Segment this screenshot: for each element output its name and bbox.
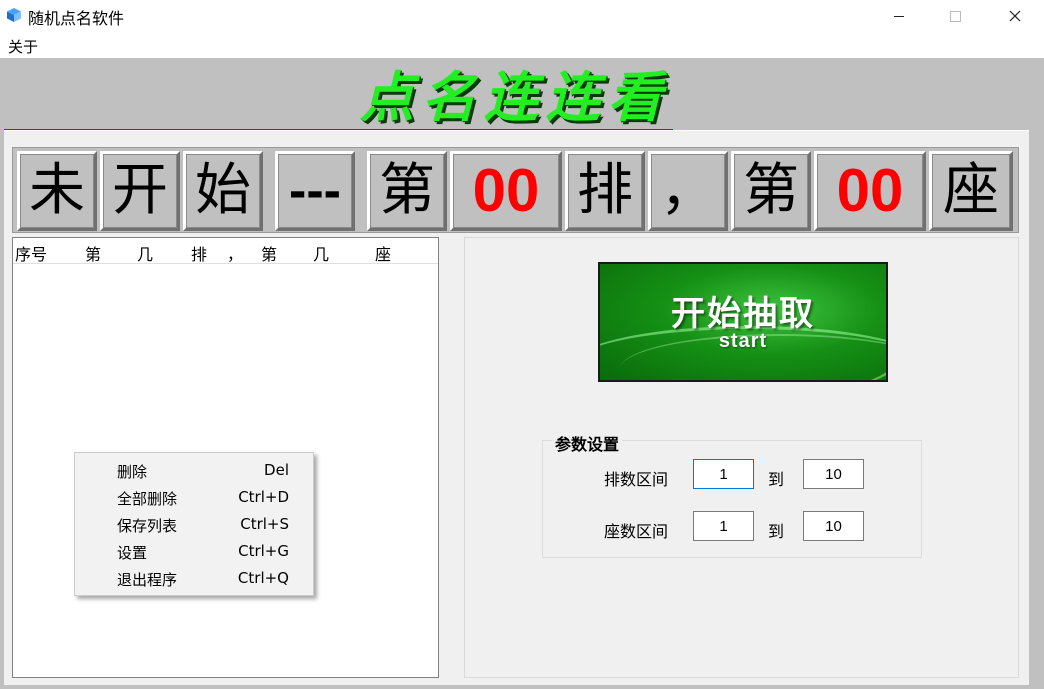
to-label: 到 — [768, 522, 785, 541]
menu-item-label: 全部删除 — [117, 490, 178, 508]
maximize-icon — [949, 10, 961, 22]
display-cell: 第 — [731, 151, 811, 231]
menu-item-delete[interactable]: 删除 Del — [75, 457, 313, 483]
display-text: 第 — [743, 158, 799, 223]
menu-about[interactable]: 关于 — [8, 36, 38, 57]
content-panel: 未 开 始 --- 第 00 排 ， 第 00 座 序号 第 几 排 ， 第 几… — [4, 130, 1029, 685]
list-header-col: 排 — [191, 245, 208, 264]
row-number-cell: 00 — [450, 151, 562, 231]
result-list[interactable]: 序号 第 几 排 ， 第 几 座 删除 Del 全部删除 Ctrl+D 保存列表… — [12, 237, 439, 678]
minimize-button[interactable] — [876, 0, 922, 32]
minimize-icon — [894, 15, 904, 17]
close-icon — [1009, 10, 1021, 22]
list-header: 序号 第 几 排 ， 第 几 座 — [13, 238, 438, 264]
banner-title: 点名连连看 — [360, 65, 670, 129]
menu-item-shortcut: Ctrl+G — [238, 542, 289, 560]
display-cell: 第 — [367, 151, 447, 231]
menu-item-shortcut: Ctrl+Q — [237, 569, 289, 587]
row-number: 00 — [472, 157, 540, 224]
to-label: 到 — [768, 470, 785, 489]
seat-number: 00 — [836, 157, 904, 224]
display-text: 排 — [577, 158, 633, 223]
params-legend: 参数设置 — [552, 431, 623, 455]
menu-item-shortcut: Del — [264, 461, 289, 479]
list-header-index: 序号 — [15, 245, 48, 264]
cube-icon — [7, 8, 21, 22]
display-text: 始 — [195, 158, 251, 223]
start-button-label: 开始抽取 — [671, 294, 815, 334]
display-cell: --- — [275, 151, 355, 231]
display-cell: 座 — [929, 151, 1013, 231]
window-title: 随机点名软件 — [28, 9, 125, 28]
menu-item-exit[interactable]: 退出程序 Ctrl+Q — [75, 565, 313, 591]
menu-item-label: 设置 — [117, 544, 148, 562]
row-range-to-input[interactable] — [803, 459, 864, 489]
display-text: 座 — [943, 158, 999, 223]
start-button-sublabel: start — [718, 330, 768, 352]
list-header-col: 第 — [85, 245, 102, 264]
menu-item-settings[interactable]: 设置 Ctrl+G — [75, 538, 313, 564]
display-cell: 未 — [17, 151, 97, 231]
menu-item-shortcut: Ctrl+D — [238, 488, 289, 506]
display-cell: ， — [648, 151, 728, 231]
seat-range-to-input[interactable] — [803, 511, 864, 541]
list-header-col: 几 — [137, 245, 154, 264]
display-text: 开 — [112, 158, 168, 223]
display-cell: 排 — [565, 151, 645, 231]
display-text: ， — [660, 158, 716, 223]
menu-item-delete-all[interactable]: 全部删除 Ctrl+D — [75, 484, 313, 510]
main-area: 点名连连看 未 开 始 --- 第 00 排 ， 第 00 座 序号 第 几 排… — [0, 58, 1044, 689]
display-text: 未 — [29, 158, 85, 223]
seat-range-label: 座数区间 — [604, 522, 669, 541]
params-group: 参数设置 排数区间 到 座数区间 到 — [542, 431, 922, 558]
list-header-col: 几 — [313, 245, 330, 264]
menu-item-label: 删除 — [117, 463, 148, 481]
title-bar: 随机点名软件 — [0, 0, 1044, 32]
maximize-button[interactable] — [932, 0, 978, 32]
menu-item-shortcut: Ctrl+S — [240, 515, 289, 533]
menu-bar: 关于 — [0, 32, 1044, 58]
display-cell: 开 — [100, 151, 180, 231]
menu-item-save-list[interactable]: 保存列表 Ctrl+S — [75, 511, 313, 537]
seat-range-from-input[interactable] — [693, 511, 754, 541]
context-menu: 删除 Del 全部删除 Ctrl+D 保存列表 Ctrl+S 设置 Ctrl+G… — [74, 452, 314, 596]
display-text: 第 — [379, 158, 435, 223]
start-button[interactable]: 开始抽取 start — [598, 262, 888, 382]
row-range-from-input[interactable] — [693, 459, 754, 489]
menu-item-label: 退出程序 — [117, 571, 178, 589]
menu-item-label: 保存列表 — [117, 517, 178, 535]
display-cell: 始 — [183, 151, 263, 231]
list-header-col: 第 — [261, 245, 278, 264]
control-area: 开始抽取 start 参数设置 排数区间 到 座数区间 到 — [464, 237, 1019, 678]
close-button[interactable] — [992, 0, 1038, 32]
display-separator: --- — [289, 162, 341, 220]
result-display: 未 开 始 --- 第 00 排 ， 第 00 座 — [12, 147, 1019, 233]
list-header-col: 座 — [375, 245, 392, 264]
list-header-col: ， — [227, 245, 244, 264]
seat-number-cell: 00 — [814, 151, 926, 231]
row-range-label: 排数区间 — [604, 470, 669, 489]
